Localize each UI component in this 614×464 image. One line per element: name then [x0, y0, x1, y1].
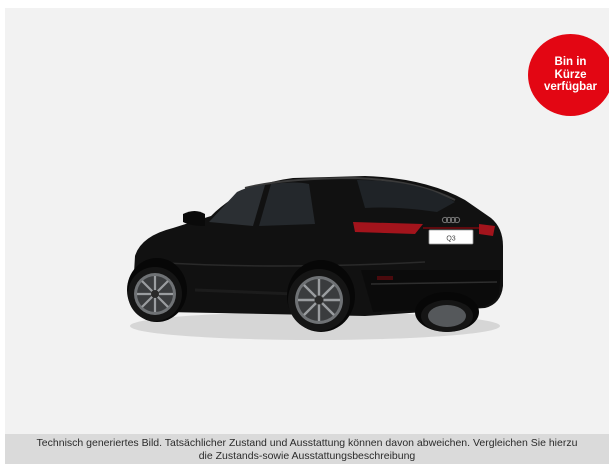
availability-badge-text: Bin in Kürze verfügbar — [544, 56, 597, 94]
disclaimer-line-2: die Zustands-sowie Ausstattungsbeschreib… — [198, 450, 416, 462]
vehicle-image-area: Q3 Bin in Kürze verfügbar — [5, 8, 609, 434]
front-wheel — [128, 267, 182, 321]
car-image: Q3 — [125, 166, 509, 348]
rear-reflector — [377, 276, 393, 280]
tail-light-left — [353, 222, 423, 234]
tail-light-right — [479, 224, 495, 236]
badge-line-3: verfügbar — [543, 81, 598, 94]
license-plate-text: Q3 — [446, 236, 455, 243]
image-disclaimer: Technisch generiertes Bild. Tatsächliche… — [5, 434, 609, 464]
rear-window — [357, 180, 455, 212]
badge-line-1: Bin in — [554, 56, 587, 69]
rear-wheel — [288, 269, 350, 331]
car-illustration: Q3 — [127, 176, 503, 340]
far-rear-wheel — [421, 300, 473, 332]
availability-badge: Bin in Kürze verfügbar — [528, 34, 609, 116]
side-mirror — [183, 211, 205, 226]
disclaimer-line-1: Technisch generiertes Bild. Tatsächliche… — [36, 437, 578, 449]
badge-line-2: Kürze — [554, 68, 587, 81]
